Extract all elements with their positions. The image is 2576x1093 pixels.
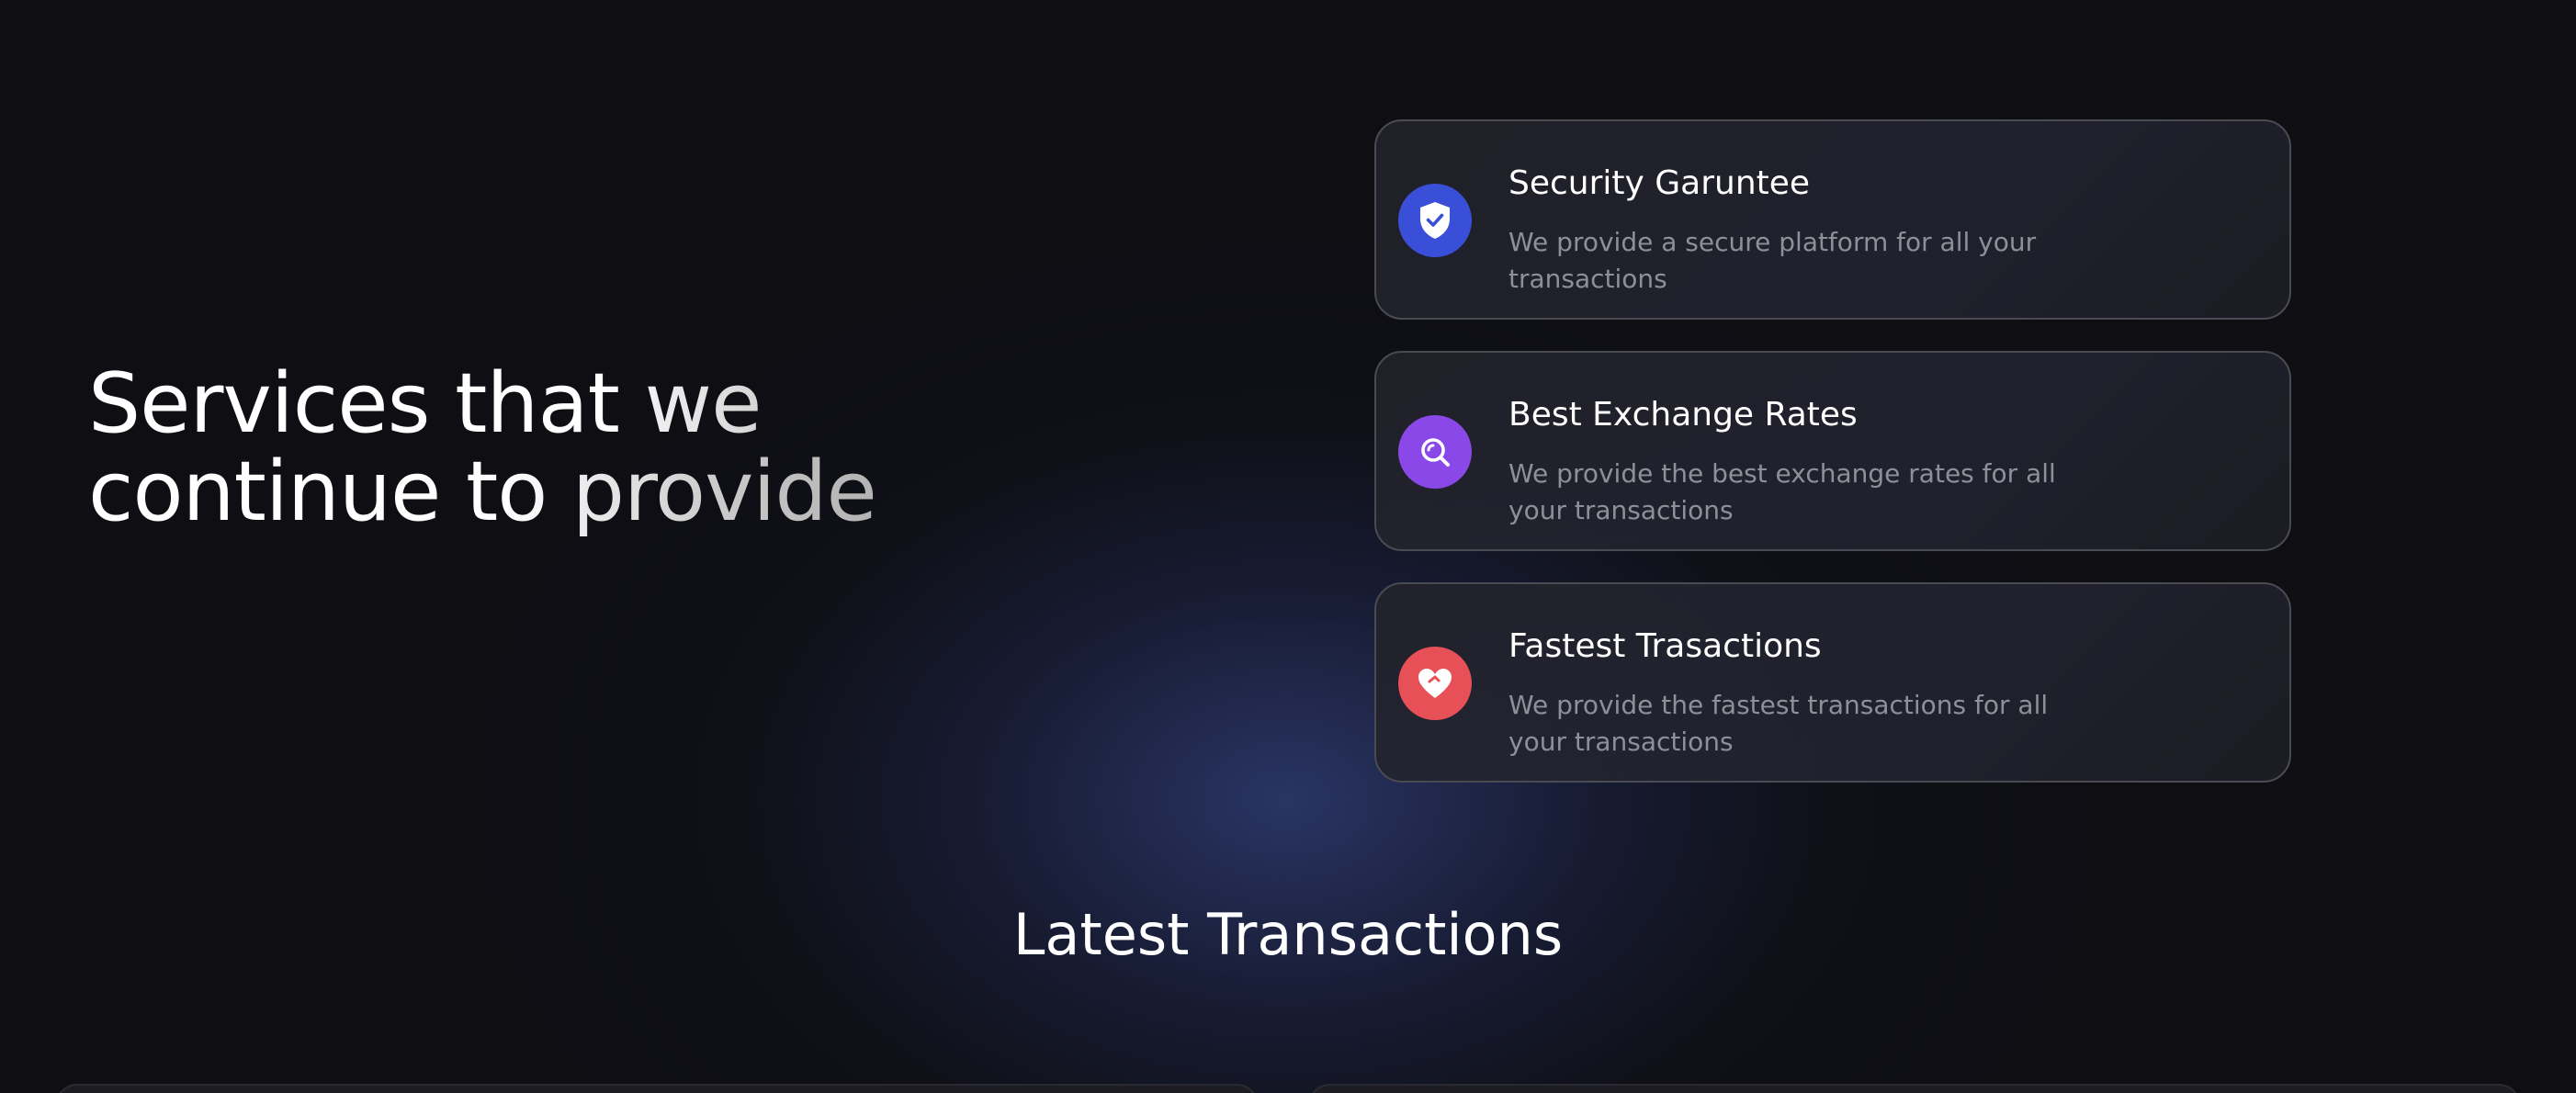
hero-title: Services that we continue to provide (88, 360, 1007, 536)
service-card-security: Security Garuntee We provide a secure pl… (1374, 119, 2291, 320)
search-icon (1398, 415, 1472, 489)
service-title: Security Garuntee (1508, 164, 1811, 202)
services-list: Security Garuntee We provide a secure pl… (1374, 119, 2291, 814)
hero-title-line-1: Services that we (88, 360, 1007, 448)
heart-icon (1398, 647, 1472, 720)
service-description: We provide the fastest transactions for … (1508, 690, 2049, 757)
service-description: We provide the best exchange rates for a… (1508, 458, 2056, 525)
shield-check-icon (1398, 184, 1472, 257)
transaction-card[interactable] (1308, 1084, 2521, 1093)
transaction-card[interactable] (55, 1084, 1259, 1093)
service-description: We provide a secure platform for all you… (1508, 227, 2037, 294)
hero-title-line-2: continue to provide (88, 448, 1007, 536)
service-card-exchange-rates: Best Exchange Rates We provide the best … (1374, 351, 2291, 551)
service-card-fastest-transactions: Fastest Trasactions We provide the faste… (1374, 582, 2291, 783)
service-title: Fastest Trasactions (1508, 627, 1822, 665)
latest-transactions-title: Latest Transactions (1012, 901, 1564, 968)
service-title: Best Exchange Rates (1508, 396, 1858, 434)
